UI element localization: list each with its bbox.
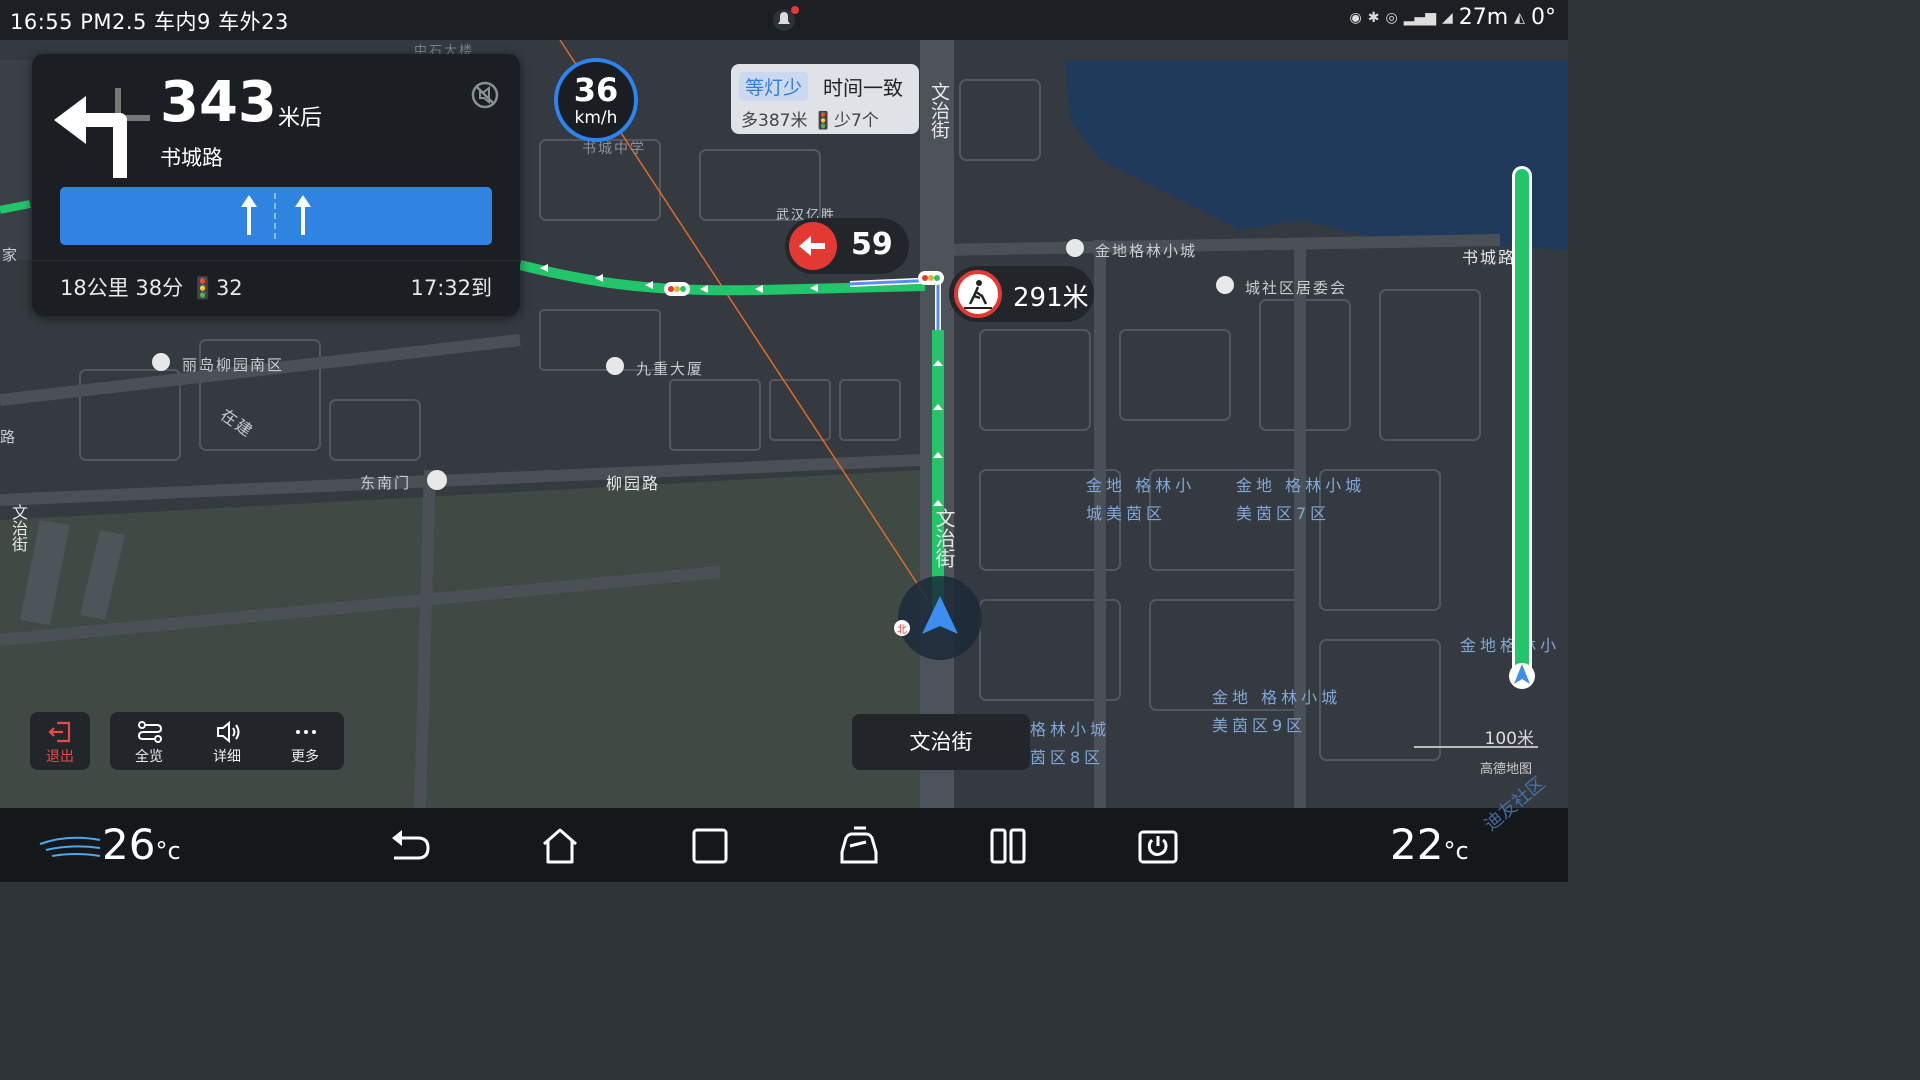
map-label: 家 (2, 246, 20, 264)
altitude-icon: ◢ (1442, 9, 1453, 26)
scale-line (1414, 746, 1538, 748)
right-temp-value: 22 (1390, 820, 1444, 869)
speed-indicator: 36 km/h (554, 58, 638, 142)
road-label: 文治街 (928, 82, 950, 139)
signal-icon: ▂▄▆ (1403, 9, 1436, 26)
map-scale: 100米 (1414, 722, 1540, 752)
map-label: 金地 格林小城美茵区7区 (1236, 476, 1366, 523)
map-provider-logo: 高德地图 (1480, 762, 1533, 777)
road-label: 文治街 (9, 504, 28, 552)
overview-label: 全览 (135, 749, 163, 765)
map-label: 路 (0, 428, 18, 446)
road-label: 文治街 (932, 508, 956, 568)
turn-distance: 343 (160, 70, 277, 135)
exit-label: 退出 (46, 749, 74, 765)
pedestrian-icon (954, 270, 1002, 318)
map-label: 格林小城 茵区8区 (1030, 720, 1111, 767)
guidance-panel[interactable]: 343 米后 书城路 18公里 38分 🚦32 17:32到 (32, 54, 520, 316)
mute-icon[interactable] (468, 78, 502, 112)
lane-divider (274, 193, 276, 239)
current-road-name: 文治街 (852, 714, 1030, 770)
road-label: 柳园路 (606, 474, 661, 493)
right-temperature[interactable]: 22°c (1390, 820, 1469, 869)
map-label: 九重大厦 (636, 360, 705, 378)
pedestrian-distance: 291米 (1013, 283, 1089, 313)
map-label: 丽岛柳园南区 (182, 356, 285, 374)
turn-distance-unit: 米后 (278, 106, 323, 131)
bluetooth-icon: ✱ (1367, 9, 1380, 26)
pedestrian-crossing-alert: 291米 (949, 266, 1094, 322)
heading-value: 0° (1531, 5, 1556, 30)
recents-icon[interactable] (688, 824, 732, 868)
split-screen-icon[interactable] (986, 824, 1030, 868)
map-label: 金地 格林小城美茵区9区 (1212, 688, 1342, 735)
left-temp-value: 26 (102, 820, 156, 869)
traffic-light-countdown: 59 (785, 218, 909, 274)
route-tag: 等灯少 (739, 72, 809, 101)
route-title: 时间一致 (823, 76, 903, 100)
exit-button[interactable]: 退出 (30, 712, 90, 770)
trip-summary: 18公里 38分 🚦32 (60, 276, 243, 300)
map-label: 金地 格林小城美茵区 (1086, 476, 1196, 523)
speaker-icon (217, 720, 240, 744)
next-road-name: 书城路 (160, 146, 223, 170)
map-label: 金地格林小城 (1095, 242, 1198, 260)
overview-button[interactable]: 全览 (110, 712, 188, 770)
lane-straight-icon (241, 195, 257, 235)
status-right: ◉ ✱ ◎ ▂▄▆ ◢ 27m ◭ 0° (1350, 5, 1556, 30)
detail-label: 详细 (213, 749, 241, 765)
speed-value: 36 (573, 71, 619, 109)
more-button[interactable]: 更多 (266, 712, 344, 770)
detail-button[interactable]: 详细 (188, 712, 266, 770)
north-indicator[interactable]: 北 (897, 621, 907, 636)
turn-left-icon (54, 88, 150, 178)
fan-airflow-icon (39, 836, 101, 857)
more-label: 更多 (291, 749, 319, 765)
temp-unit: °c (155, 837, 181, 865)
countdown-value: 59 (851, 227, 893, 262)
system-bar: 26°c 22°c (0, 808, 1568, 882)
turn-left-signal-icon (789, 222, 837, 270)
more-icon (296, 730, 316, 734)
exit-icon (48, 721, 71, 743)
status-info: 16:55 PM2.5 车内9 车外23 (10, 10, 289, 34)
slope-icon: ◭ (1514, 9, 1525, 26)
car-icon[interactable] (836, 824, 880, 868)
map-label: 城社区居委会 (1245, 279, 1348, 297)
overview-icon (137, 721, 163, 743)
status-bar: 16:55 PM2.5 车内9 车外23 ◉ ✱ ◎ ▂▄▆ ◢ 27m ◭ 0… (0, 0, 1568, 40)
nav-controls: 全览 详细 更多 (110, 712, 344, 770)
temp-unit: °c (1443, 837, 1469, 865)
alternative-route-bubble[interactable]: 等灯少 时间一致 多387米 🚦少7个 (731, 64, 919, 134)
lane-guidance (60, 187, 492, 245)
power-icon[interactable] (1136, 824, 1180, 868)
route-detail: 多387米 🚦少7个 (741, 111, 879, 131)
altitude-value: 27m (1458, 5, 1509, 30)
location-icon: ◉ (1349, 9, 1362, 26)
divider (32, 260, 520, 261)
home-icon[interactable] (538, 824, 582, 868)
left-temperature[interactable]: 26°c (102, 820, 181, 869)
arrival-time: 17:32到 (410, 276, 492, 300)
wifi-icon: ◎ (1385, 9, 1398, 26)
lane-straight-icon (295, 195, 311, 235)
speed-unit: km/h (574, 108, 618, 128)
map-label: 东南门 (360, 474, 412, 492)
route-progress-bar (1509, 166, 1535, 689)
notification-icon[interactable] (770, 4, 800, 34)
back-icon[interactable] (388, 824, 432, 868)
